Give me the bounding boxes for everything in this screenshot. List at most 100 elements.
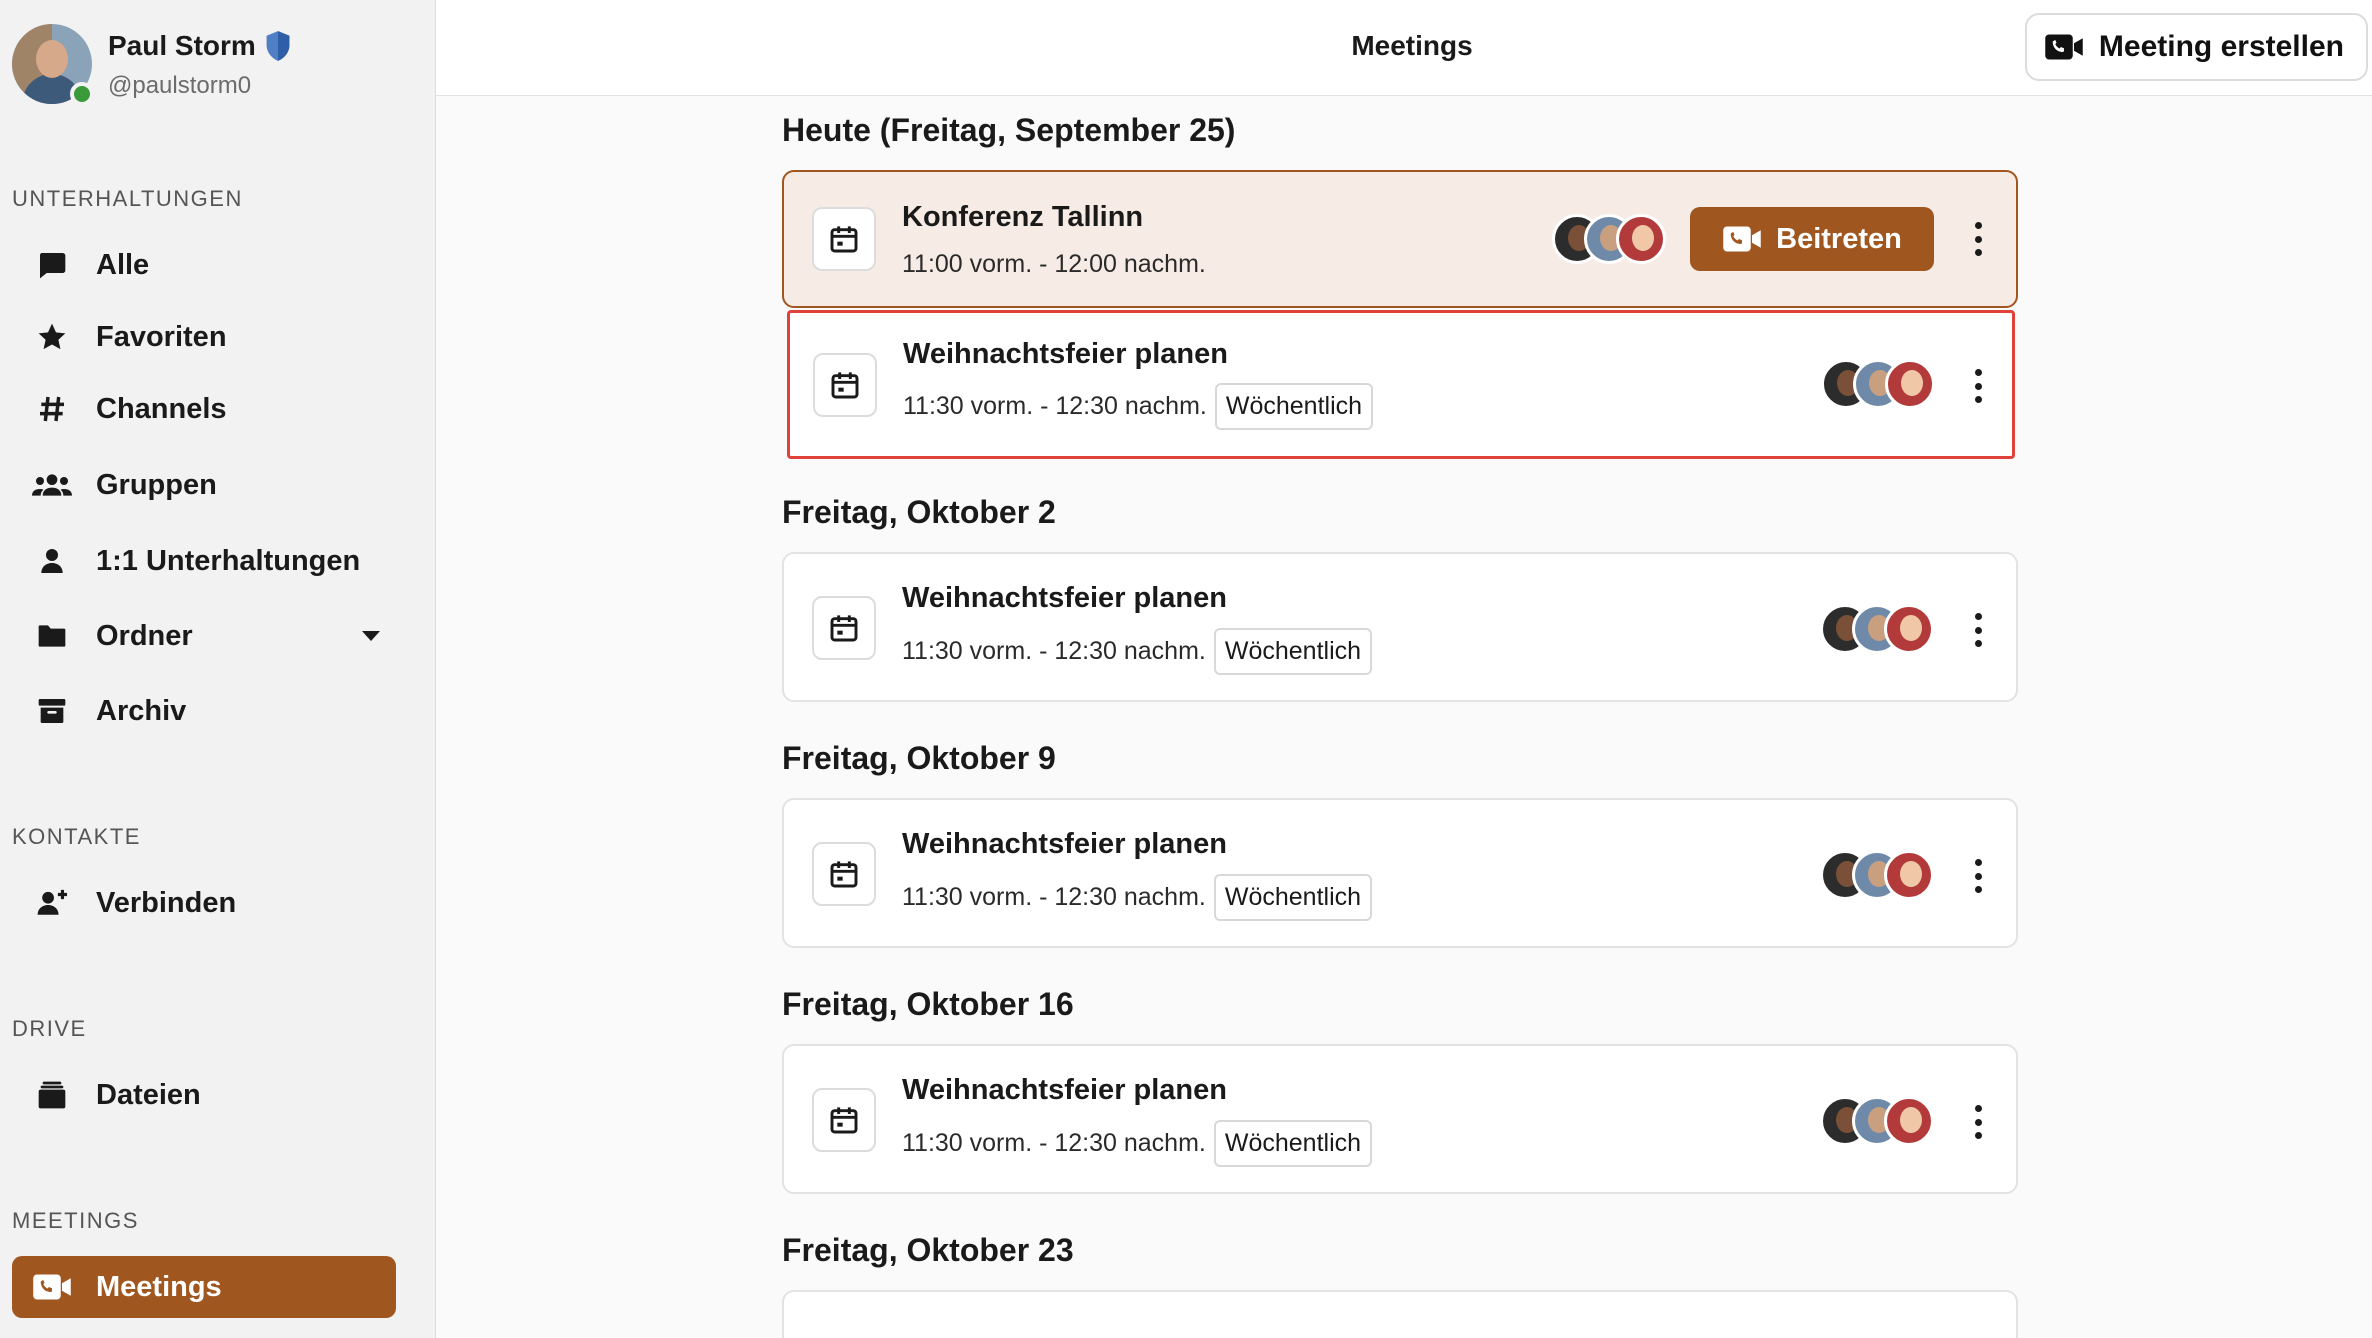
meeting-title: Weihnachtsfeier planen (902, 1074, 1227, 1106)
more-options-icon[interactable] (1968, 856, 1988, 896)
meeting-card[interactable]: Weihnachtsfeier planen 11:30 vorm. - 12:… (787, 310, 2015, 459)
meeting-time-row: 11:30 vorm. - 12:30 nachm. Wöchentlich (902, 628, 1373, 675)
meeting-time: 11:30 vorm. - 12:30 nachm. (902, 637, 1206, 665)
meeting-title: Weihnachtsfeier planen (902, 582, 1227, 614)
sidebar-item-meetings[interactable]: Meetings (12, 1256, 396, 1318)
meeting-time: 11:00 vorm. - 12:00 nachm. (902, 250, 1206, 278)
sidebar-item-groups[interactable]: Gruppen (12, 454, 396, 516)
shield-icon (266, 31, 290, 61)
join-label: Beitreten (1776, 222, 1902, 255)
sidebar-item-all[interactable]: Alle (12, 234, 396, 296)
section-label-conversations: UNTERHALTUNGEN (12, 186, 243, 211)
sidebar-item-label: Meetings (96, 1270, 222, 1303)
meeting-time: 11:30 vorm. - 12:30 nachm. (902, 1129, 1206, 1157)
recurrence-badge: Wöchentlich (1214, 383, 1374, 430)
day-heading: Freitag, Oktober 23 (782, 1232, 1074, 1268)
calendar-icon (812, 1088, 876, 1152)
participant-avatar (1884, 850, 1934, 900)
sidebar-item-label: Channels (96, 392, 227, 425)
participant-avatar (1884, 1096, 1934, 1146)
meeting-card[interactable]: Weihnachtsfeier planen 11:30 vorm. - 12:… (782, 798, 2018, 948)
recurrence-badge: Wöchentlich (1213, 628, 1373, 675)
participant-avatars[interactable] (1552, 214, 1666, 264)
sidebar-item-channels[interactable]: Channels (12, 378, 396, 440)
create-meeting-label: Meeting erstellen (2098, 30, 2344, 63)
hash-icon (28, 385, 76, 433)
video-call-icon (28, 1263, 76, 1311)
sidebar-item-label: Archiv (96, 694, 187, 727)
day-heading: Freitag, Oktober 2 (782, 494, 1056, 530)
sidebar-item-direct-messages[interactable]: 1:1 Unterhaltungen (12, 530, 396, 592)
star-icon (28, 313, 76, 361)
sidebar-item-label: Alle (96, 248, 150, 281)
sidebar-item-label: Favoriten (96, 320, 227, 353)
sidebar-item-favorites[interactable]: Favoriten (12, 306, 396, 368)
meeting-time-row: 11:00 vorm. - 12:00 nachm. (902, 250, 1206, 279)
sidebar-item-label: Verbinden (96, 886, 237, 919)
participant-avatar (1884, 604, 1934, 654)
add-person-icon (28, 879, 76, 927)
sidebar-item-files[interactable]: Dateien (12, 1064, 396, 1126)
participant-avatars[interactable] (1820, 850, 1934, 900)
section-label-drive: DRIVE (12, 1016, 87, 1041)
sidebar-item-archive[interactable]: Archiv (12, 680, 396, 742)
section-label-contacts: KONTAKTE (12, 824, 141, 849)
join-button[interactable]: Beitreten (1690, 207, 1934, 271)
participant-avatar (1885, 359, 1935, 409)
calendar-icon (812, 842, 876, 906)
sidebar-item-label: 1:1 Unterhaltungen (96, 544, 361, 577)
day-heading: Freitag, Oktober 9 (782, 740, 1056, 776)
participant-avatars[interactable] (1821, 359, 1935, 409)
recurrence-badge: Wöchentlich (1213, 874, 1373, 921)
meeting-card[interactable]: Weihnachtsfeier planen 11:30 vorm. - 12:… (782, 1044, 2018, 1194)
calendar-icon (812, 596, 876, 660)
video-call-icon (1723, 226, 1761, 252)
profile-name: Paul Storm (108, 30, 256, 61)
meeting-title: Weihnachtsfeier planen (902, 828, 1227, 860)
online-status-dot (70, 82, 94, 106)
calendar-icon (812, 207, 876, 271)
top-bar: Meetings Meeting erstellen (436, 0, 2372, 96)
participant-avatars[interactable] (1820, 604, 1934, 654)
create-meeting-button[interactable]: Meeting erstellen (2024, 13, 2368, 81)
meeting-time-row: 11:30 vorm. - 12:30 nachm. Wöchentlich (902, 874, 1373, 921)
meeting-title: Konferenz Tallinn (902, 201, 1144, 233)
more-options-icon[interactable] (1968, 610, 1988, 650)
sidebar-item-label: Dateien (96, 1078, 201, 1111)
more-options-icon[interactable] (1968, 366, 1988, 406)
sidebar-item-label: Gruppen (96, 468, 217, 501)
meeting-card-live[interactable]: Konferenz Tallinn 11:00 vorm. - 12:00 na… (782, 170, 2018, 308)
video-call-icon (2045, 34, 2083, 60)
meeting-title: Weihnachtsfeier planen (903, 338, 1228, 370)
folder-icon (28, 612, 76, 660)
day-heading: Freitag, Oktober 16 (782, 986, 1074, 1022)
profile-handle: @paulstorm0 (108, 72, 252, 99)
meeting-time: 11:30 vorm. - 12:30 nachm. (903, 392, 1207, 420)
profile-header[interactable]: Paul Storm @paulstorm0 (12, 24, 292, 106)
participant-avatars[interactable] (1820, 1096, 1934, 1146)
day-heading: Heute (Freitag, September 25) (782, 112, 1236, 148)
more-options-icon[interactable] (1968, 219, 1988, 259)
participant-avatar (1616, 214, 1666, 264)
person-icon (28, 537, 76, 585)
sidebar-item-folders[interactable]: Ordner (12, 605, 396, 667)
meeting-time: 11:30 vorm. - 12:30 nachm. (902, 883, 1206, 911)
meeting-time-row: 11:30 vorm. - 12:30 nachm. Wöchentlich (902, 1120, 1373, 1167)
section-label-meetings: MEETINGS (12, 1208, 139, 1233)
sidebar: Paul Storm @paulstorm0 UNTERHALTUNGEN Al… (0, 0, 436, 1338)
calendar-icon (813, 353, 877, 417)
sidebar-item-connect[interactable]: Verbinden (12, 872, 396, 934)
meeting-card[interactable] (782, 1290, 2018, 1338)
files-icon (28, 1071, 76, 1119)
sidebar-item-label: Ordner (96, 619, 193, 652)
chat-bubble-icon (28, 241, 76, 289)
recurrence-badge: Wöchentlich (1213, 1120, 1373, 1167)
main-content: Meetings Meeting erstellen Heute (Freita… (436, 0, 2372, 1338)
chevron-down-icon[interactable] (362, 631, 380, 641)
avatar[interactable] (12, 24, 94, 106)
meeting-card[interactable]: Weihnachtsfeier planen 11:30 vorm. - 12:… (782, 552, 2018, 702)
more-options-icon[interactable] (1968, 1102, 1988, 1142)
group-icon (28, 461, 76, 509)
meeting-time-row: 11:30 vorm. - 12:30 nachm. Wöchentlich (903, 383, 1374, 430)
archive-icon (28, 687, 76, 735)
